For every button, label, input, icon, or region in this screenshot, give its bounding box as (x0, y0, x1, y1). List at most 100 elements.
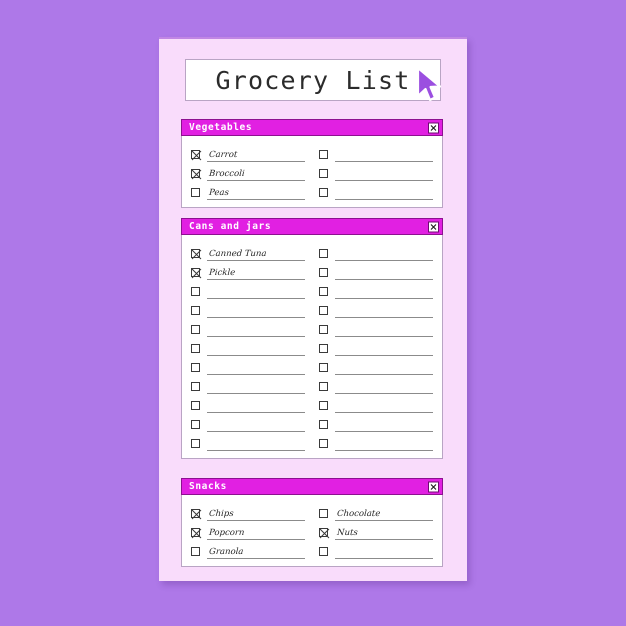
checkbox-unchecked[interactable] (319, 363, 328, 372)
checkbox-unchecked[interactable] (319, 306, 328, 315)
checkbox-unchecked[interactable] (319, 547, 328, 556)
item-input-line[interactable] (335, 544, 433, 559)
section-vegetables: Vegetables Carrot Broccoli Peas (181, 119, 443, 208)
checkbox-checked[interactable] (191, 509, 202, 520)
checkbox-unchecked[interactable] (319, 401, 328, 410)
item-label (207, 392, 209, 393)
item-input-line[interactable] (207, 341, 305, 356)
checkbox-unchecked[interactable] (191, 188, 200, 197)
item-input-line[interactable] (207, 379, 305, 394)
list-item (319, 540, 433, 559)
item-input-line[interactable] (207, 322, 305, 337)
close-icon[interactable] (428, 221, 439, 232)
list-item: Granola (191, 540, 305, 559)
list-item (191, 413, 305, 432)
item-label (207, 373, 209, 374)
close-icon[interactable] (428, 122, 439, 133)
item-label (207, 449, 209, 450)
item-label: Popcorn (208, 528, 245, 539)
item-label: Granola (208, 547, 244, 558)
item-label (335, 316, 337, 317)
checkbox-unchecked[interactable] (191, 401, 200, 410)
item-input-line[interactable] (335, 147, 433, 162)
item-input-line[interactable] (207, 303, 305, 318)
checkbox-unchecked[interactable] (191, 420, 200, 429)
list-item (319, 394, 433, 413)
checkbox-unchecked[interactable] (319, 325, 328, 334)
checkbox-checked[interactable] (191, 169, 202, 180)
item-input-line[interactable]: Broccoli (207, 166, 305, 181)
item-input-line[interactable]: Chips (207, 506, 305, 521)
item-input-line[interactable]: Popcorn (207, 525, 305, 540)
item-input-line[interactable]: Canned Tuna (207, 246, 305, 261)
item-input-line[interactable] (335, 398, 433, 413)
item-input-line[interactable] (207, 417, 305, 432)
list-item (319, 181, 433, 200)
page-title-box: Grocery List (185, 59, 441, 101)
section-body-snacks: Chips Popcorn Granola Chocolate Nuts (181, 495, 443, 567)
item-input-line[interactable]: Peas (207, 185, 305, 200)
item-input-line[interactable] (335, 284, 433, 299)
item-input-line[interactable]: Granola (207, 544, 305, 559)
checkbox-unchecked[interactable] (319, 150, 328, 159)
checkbox-unchecked[interactable] (191, 439, 200, 448)
checkbox-unchecked[interactable] (191, 344, 200, 353)
checkbox-unchecked[interactable] (319, 249, 328, 258)
item-input-line[interactable]: Pickle (207, 265, 305, 280)
checkbox-checked[interactable] (191, 249, 202, 260)
item-input-line[interactable] (335, 322, 433, 337)
item-label (207, 335, 209, 336)
checkbox-checked[interactable] (319, 528, 330, 539)
column-left: Chips Popcorn Granola (191, 502, 305, 559)
checkbox-unchecked[interactable] (319, 344, 328, 353)
item-input-line[interactable] (335, 360, 433, 375)
item-label (335, 198, 337, 199)
item-label: Carrot (208, 150, 238, 161)
section-header-cans-and-jars: Cans and jars (181, 218, 443, 235)
list-item (191, 356, 305, 375)
item-label (207, 316, 209, 317)
list-item (191, 375, 305, 394)
close-icon[interactable] (428, 481, 439, 492)
checkbox-unchecked[interactable] (319, 382, 328, 391)
list-item (319, 143, 433, 162)
checkbox-unchecked[interactable] (319, 287, 328, 296)
item-input-line[interactable] (207, 398, 305, 413)
item-input-line[interactable] (335, 379, 433, 394)
screen: Grocery List Vegetables Carrot Broccoli Pea… (0, 0, 626, 626)
item-input-line[interactable] (207, 436, 305, 451)
checkbox-unchecked[interactable] (319, 439, 328, 448)
item-input-line[interactable] (335, 436, 433, 451)
checkbox-unchecked[interactable] (191, 306, 200, 315)
item-label (335, 392, 337, 393)
checkbox-unchecked[interactable] (319, 169, 328, 178)
checkbox-unchecked[interactable] (191, 382, 200, 391)
item-input-line[interactable] (335, 185, 433, 200)
item-input-line[interactable] (335, 265, 433, 280)
checkbox-checked[interactable] (191, 150, 202, 161)
item-input-line[interactable] (335, 341, 433, 356)
item-input-line[interactable] (207, 360, 305, 375)
checkbox-unchecked[interactable] (191, 547, 200, 556)
checkbox-unchecked[interactable] (319, 268, 328, 277)
item-input-line[interactable]: Chocolate (335, 506, 433, 521)
list-item (191, 337, 305, 356)
item-input-line[interactable]: Carrot (207, 147, 305, 162)
checkbox-unchecked[interactable] (191, 287, 200, 296)
item-input-line[interactable] (335, 166, 433, 181)
item-label (335, 278, 337, 279)
item-input-line[interactable] (335, 303, 433, 318)
item-label: Broccoli (208, 169, 245, 180)
item-input-line[interactable] (207, 284, 305, 299)
item-input-line[interactable] (335, 417, 433, 432)
checkbox-checked[interactable] (191, 268, 202, 279)
checkbox-unchecked[interactable] (319, 420, 328, 429)
item-label (335, 373, 337, 374)
item-input-line[interactable]: Nuts (335, 525, 433, 540)
checkbox-checked[interactable] (191, 528, 202, 539)
checkbox-unchecked[interactable] (191, 325, 200, 334)
item-input-line[interactable] (335, 246, 433, 261)
checkbox-unchecked[interactable] (319, 188, 328, 197)
checkbox-unchecked[interactable] (191, 363, 200, 372)
checkbox-unchecked[interactable] (319, 509, 328, 518)
